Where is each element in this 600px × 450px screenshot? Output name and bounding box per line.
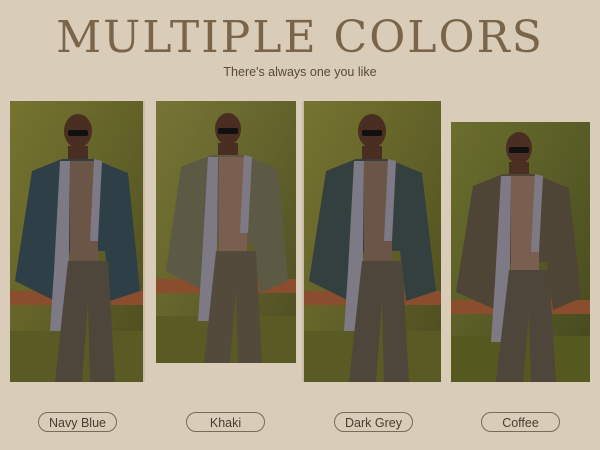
model-figure-navy-blue bbox=[10, 101, 143, 382]
product-photo-navy-blue[interactable] bbox=[10, 101, 143, 382]
color-option-coffee[interactable]: Coffee bbox=[481, 412, 560, 432]
model-figure-dark-grey bbox=[304, 101, 441, 382]
color-option-navy-blue[interactable]: Navy Blue bbox=[38, 412, 117, 432]
model-figure-coffee bbox=[451, 122, 590, 382]
product-photo-coffee[interactable] bbox=[451, 122, 590, 382]
product-photo-dark-grey[interactable] bbox=[304, 101, 441, 382]
page-title: MULTIPLE COLORS bbox=[56, 12, 544, 63]
color-option-khaki[interactable]: Khaki bbox=[186, 412, 265, 432]
model-figure-khaki bbox=[156, 101, 296, 363]
color-option-dark-grey[interactable]: Dark Grey bbox=[334, 412, 413, 432]
photo-frame-edge bbox=[302, 101, 304, 382]
photo-frame-edge bbox=[143, 101, 145, 382]
product-photo-khaki[interactable] bbox=[156, 101, 296, 363]
page-subtitle: There's always one you like bbox=[223, 65, 377, 79]
